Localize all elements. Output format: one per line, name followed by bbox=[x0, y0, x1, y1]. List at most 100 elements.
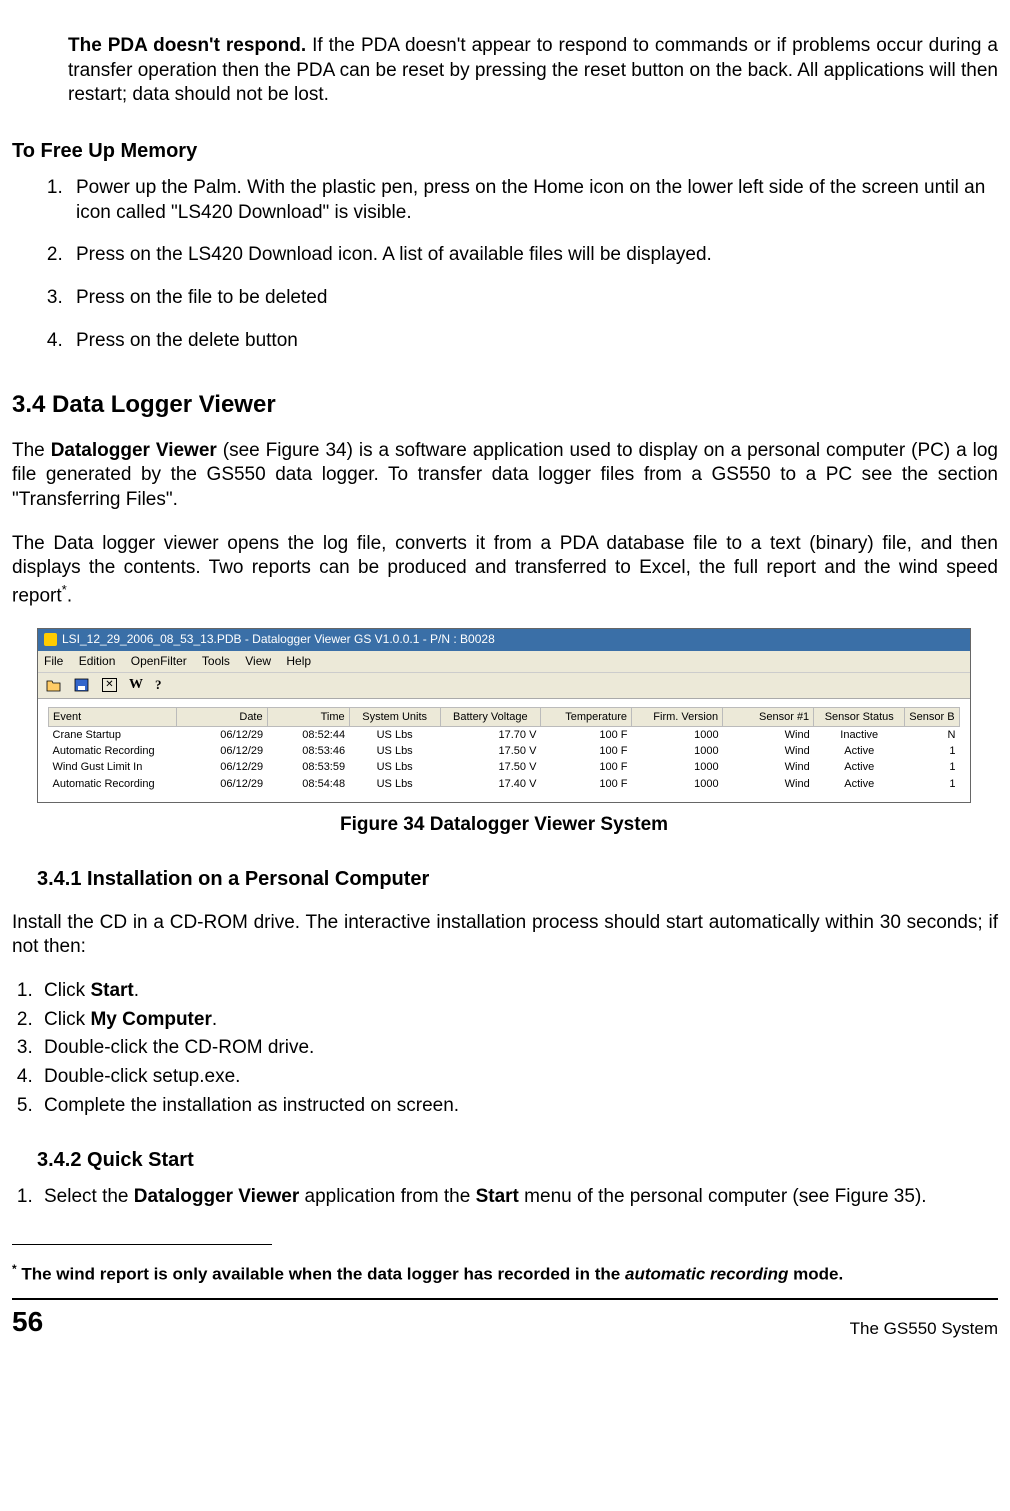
cell: 1000 bbox=[632, 759, 723, 775]
cell: 17.70 V bbox=[440, 726, 540, 743]
list-item: Click My Computer. bbox=[38, 1008, 998, 1033]
figure-caption: Figure 34 Datalogger Viewer System bbox=[37, 813, 971, 838]
cell: Inactive bbox=[814, 726, 905, 743]
data-grid: Event Date Time System Units Battery Vol… bbox=[38, 699, 970, 802]
col-sensor1[interactable]: Sensor #1 bbox=[723, 707, 814, 726]
text: The bbox=[12, 440, 51, 461]
list-item: Press on the LS420 Download icon. A list… bbox=[68, 243, 998, 268]
menu-tools[interactable]: Tools bbox=[202, 654, 230, 668]
list-item: Press on the delete button bbox=[68, 329, 998, 354]
text: menu of the personal computer (see Figur… bbox=[519, 1186, 927, 1207]
list-item: Power up the Palm. With the plastic pen,… bbox=[68, 176, 998, 225]
menu-help[interactable]: Help bbox=[286, 654, 311, 668]
list-item: Double-click the CD-ROM drive. bbox=[38, 1036, 998, 1061]
to-free-heading: To Free Up Memory bbox=[12, 138, 998, 164]
footnote-separator bbox=[12, 1244, 272, 1245]
open-icon[interactable] bbox=[46, 678, 62, 692]
cell: 1 bbox=[905, 776, 960, 792]
cell: 08:53:46 bbox=[267, 743, 349, 759]
text: The Data logger viewer opens the log fil… bbox=[12, 533, 998, 607]
cell: Automatic Recording bbox=[49, 776, 177, 792]
text: application from the bbox=[299, 1186, 475, 1207]
col-time[interactable]: Time bbox=[267, 707, 349, 726]
col-firm[interactable]: Firm. Version bbox=[632, 707, 723, 726]
cell: 06/12/29 bbox=[176, 776, 267, 792]
menu-view[interactable]: View bbox=[245, 654, 271, 668]
list-item: Double-click setup.exe. bbox=[38, 1065, 998, 1090]
list-item: Press on the file to be deleted bbox=[68, 286, 998, 311]
section-3-4-heading: 3.4 Data Logger Viewer bbox=[12, 389, 998, 420]
cell: 1 bbox=[905, 759, 960, 775]
table-row[interactable]: Automatic Recording06/12/2908:53:46US Lb… bbox=[49, 743, 960, 759]
cell: 100 F bbox=[540, 726, 631, 743]
cell: 100 F bbox=[540, 776, 631, 792]
help-icon[interactable]: ? bbox=[155, 677, 162, 694]
cell: US Lbs bbox=[349, 759, 440, 775]
text: Click bbox=[44, 980, 90, 1001]
cell: Wind bbox=[723, 759, 814, 775]
col-event[interactable]: Event bbox=[49, 707, 177, 726]
cell: 06/12/29 bbox=[176, 743, 267, 759]
cell: 1000 bbox=[632, 776, 723, 792]
menu-file[interactable]: File bbox=[44, 654, 63, 668]
cell: US Lbs bbox=[349, 726, 440, 743]
cell: N bbox=[905, 726, 960, 743]
text: . bbox=[67, 585, 72, 606]
text-bold: Datalogger Viewer bbox=[134, 1186, 299, 1207]
col-units[interactable]: System Units bbox=[349, 707, 440, 726]
cell: 17.50 V bbox=[440, 743, 540, 759]
text-bold: Start bbox=[90, 980, 133, 1001]
toolbar: ✕ W ? bbox=[38, 673, 970, 698]
col-status[interactable]: Sensor Status bbox=[814, 707, 905, 726]
cell: US Lbs bbox=[349, 743, 440, 759]
text-bold: My Computer bbox=[90, 1009, 211, 1030]
table-row[interactable]: Wind Gust Limit In06/12/2908:53:59US Lbs… bbox=[49, 759, 960, 775]
cell: Crane Startup bbox=[49, 726, 177, 743]
cell: 1000 bbox=[632, 743, 723, 759]
save-icon[interactable] bbox=[74, 678, 90, 692]
footer-rule bbox=[12, 1298, 998, 1300]
text: Select the bbox=[44, 1186, 134, 1207]
install-list: Click Start. Click My Computer. Double-c… bbox=[12, 979, 998, 1118]
cell: 1000 bbox=[632, 726, 723, 743]
cell: Wind Gust Limit In bbox=[49, 759, 177, 775]
table-header-row: Event Date Time System Units Battery Vol… bbox=[49, 707, 960, 726]
section-3-4-1-heading: 3.4.1 Installation on a Personal Compute… bbox=[37, 866, 998, 892]
w-icon[interactable]: W bbox=[129, 676, 143, 694]
cell: US Lbs bbox=[349, 776, 440, 792]
menubar: File Edition OpenFilter Tools View Help bbox=[38, 651, 970, 674]
app-icon bbox=[44, 633, 57, 646]
titlebar: LSI_12_29_2006_08_53_13.PDB - Datalogger… bbox=[38, 629, 970, 651]
close-icon[interactable]: ✕ bbox=[102, 678, 117, 692]
text-bold: Start bbox=[476, 1186, 519, 1207]
table-row[interactable]: Crane Startup06/12/2908:52:44US Lbs17.70… bbox=[49, 726, 960, 743]
text-italic: automatic recording bbox=[625, 1265, 788, 1284]
log-table: Event Date Time System Units Battery Vol… bbox=[48, 707, 960, 792]
list-item: Click Start. bbox=[38, 979, 998, 1004]
sec34-p2: The Data logger viewer opens the log fil… bbox=[12, 532, 998, 609]
cell: 100 F bbox=[540, 759, 631, 775]
list-item: Complete the installation as instructed … bbox=[38, 1094, 998, 1119]
cell: Active bbox=[814, 759, 905, 775]
cell: 08:52:44 bbox=[267, 726, 349, 743]
text-bold: The wind report is only available when t… bbox=[17, 1265, 625, 1284]
table-row[interactable]: Automatic Recording06/12/2908:54:48US Lb… bbox=[49, 776, 960, 792]
cell: Wind bbox=[723, 743, 814, 759]
datalogger-window: LSI_12_29_2006_08_53_13.PDB - Datalogger… bbox=[37, 628, 971, 803]
window-title: LSI_12_29_2006_08_53_13.PDB - Datalogger… bbox=[62, 632, 495, 648]
cell: Active bbox=[814, 776, 905, 792]
page-number: 56 bbox=[12, 1304, 43, 1340]
to-free-list: Power up the Palm. With the plastic pen,… bbox=[40, 176, 998, 353]
col-sensorb[interactable]: Sensor B bbox=[905, 707, 960, 726]
col-temp[interactable]: Temperature bbox=[540, 707, 631, 726]
col-battery[interactable]: Battery Voltage bbox=[440, 707, 540, 726]
col-date[interactable]: Date bbox=[176, 707, 267, 726]
cell: 06/12/29 bbox=[176, 759, 267, 775]
page-footer: 56 The GS550 System bbox=[12, 1304, 998, 1340]
sec341-p: Install the CD in a CD-ROM drive. The in… bbox=[12, 911, 998, 960]
list-item: Select the Datalogger Viewer application… bbox=[38, 1185, 998, 1210]
menu-edition[interactable]: Edition bbox=[79, 654, 116, 668]
cell: 17.40 V bbox=[440, 776, 540, 792]
quickstart-list: Select the Datalogger Viewer application… bbox=[12, 1185, 998, 1210]
menu-openfilter[interactable]: OpenFilter bbox=[131, 654, 187, 668]
